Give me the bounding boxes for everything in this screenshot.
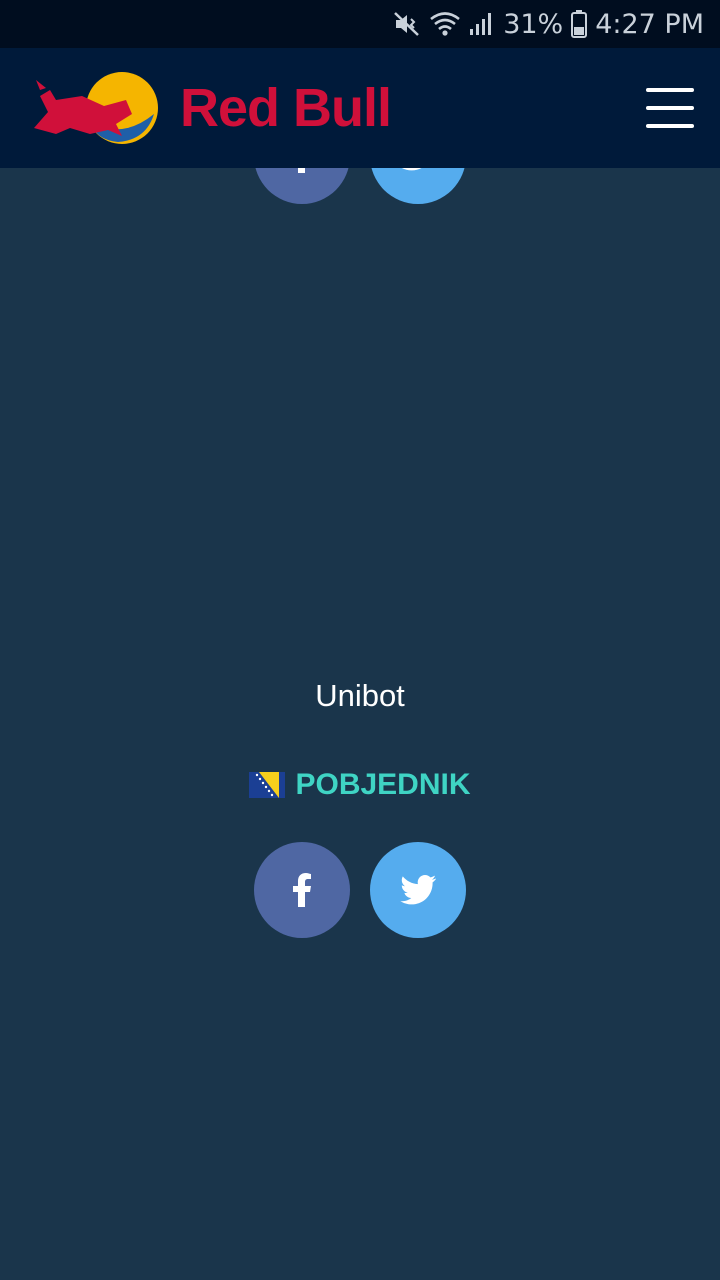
- twitter-icon: [401, 168, 422, 171]
- twitter-share-button[interactable]: [370, 842, 466, 938]
- facebook-icon: [293, 873, 311, 907]
- wifi-icon: [429, 11, 461, 37]
- main-content: Unibot POBJEDNIK: [0, 168, 720, 1280]
- bosnia-flag-icon: [249, 772, 286, 798]
- clock: 4:27 PM: [595, 8, 704, 40]
- battery-percent: 31%: [503, 8, 564, 40]
- status-bar: 31% 4:27 PM: [0, 0, 720, 48]
- facebook-share-button[interactable]: [254, 842, 350, 938]
- winner-text: POBJEDNIK: [295, 768, 471, 801]
- hamburger-icon[interactable]: [646, 86, 698, 130]
- signal-icon: [469, 11, 495, 37]
- twitter-icon: [400, 875, 436, 905]
- red-bull-logo-icon[interactable]: [30, 70, 162, 146]
- battery-icon: [571, 10, 588, 38]
- facebook-share-button[interactable]: [254, 168, 350, 204]
- participant-name: Unibot: [315, 678, 405, 713]
- twitter-share-button[interactable]: [370, 168, 466, 204]
- mute-icon: [393, 11, 421, 37]
- facebook-icon: [298, 168, 305, 173]
- app-header: Red Bull: [0, 48, 720, 168]
- brand-logo-text[interactable]: Red Bull: [180, 78, 392, 138]
- winner-label: POBJEDNIK: [0, 768, 720, 802]
